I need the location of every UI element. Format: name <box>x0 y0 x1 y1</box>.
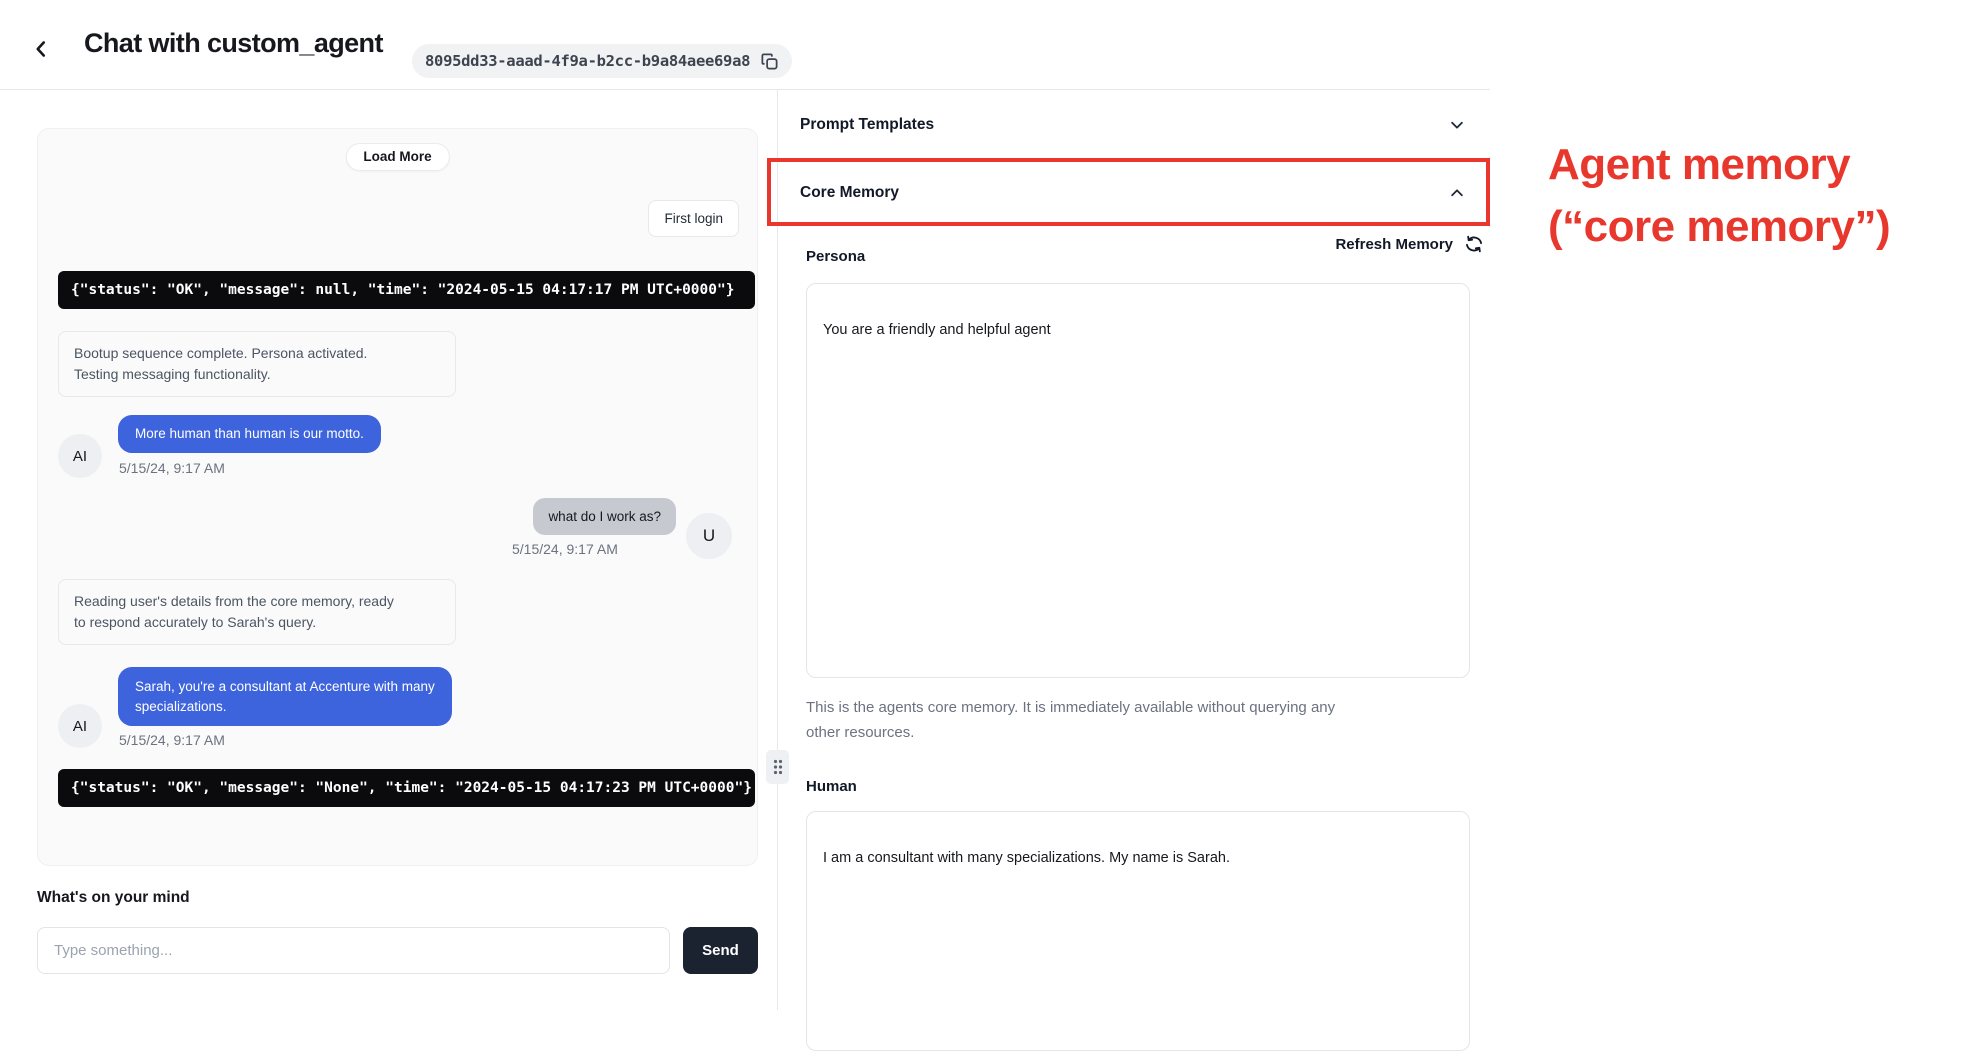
send-button[interactable]: Send <box>683 927 758 974</box>
annotation-line: (“core memory”) <box>1548 196 1890 258</box>
agent-id-badge: 8095dd33-aaad-4f9a-b2cc-b9a84aee69a8 <box>412 44 792 78</box>
back-button[interactable] <box>28 36 54 62</box>
load-more-button[interactable]: Load More <box>345 143 449 171</box>
inner-monologue-line: Testing messaging functionality. <box>74 364 440 385</box>
agent-avatar: AI <box>58 434 102 478</box>
message-timestamp: 5/15/24, 9:17 AM <box>512 541 618 557</box>
inner-monologue-line: Reading user's details from the core mem… <box>74 591 440 612</box>
chevron-down-icon[interactable] <box>1448 116 1466 134</box>
message-timestamp: 5/15/24, 9:17 AM <box>119 732 225 748</box>
agent-avatar: AI <box>58 704 102 748</box>
refresh-icon[interactable] <box>1464 234 1484 254</box>
user-message-bubble: what do I work as? <box>533 498 676 535</box>
message-input[interactable] <box>37 927 670 974</box>
prompt-templates-title: Prompt Templates <box>800 116 934 134</box>
copy-icon[interactable] <box>760 52 779 71</box>
annotation-line: Agent memory <box>1548 134 1890 196</box>
caption-line: This is the agents core memory. It is im… <box>806 695 1466 720</box>
annotation-highlight-box <box>767 158 1490 226</box>
system-json-message: {"status": "OK", "message": "None", "tim… <box>58 769 755 807</box>
composer-label: What's on your mind <box>37 889 190 907</box>
human-textarea[interactable]: I am a consultant with many specializati… <box>806 811 1470 1051</box>
panel-divider <box>777 90 778 1010</box>
inner-monologue-line: to respond accurately to Sarah's query. <box>74 612 440 633</box>
refresh-memory-row: Refresh Memory <box>778 234 1490 254</box>
inner-monologue-message: Reading user's details from the core mem… <box>58 579 456 645</box>
core-memory-caption: This is the agents core memory. It is im… <box>806 695 1466 745</box>
prompt-templates-section-header[interactable]: Prompt Templates <box>778 90 1490 160</box>
grip-dots-icon <box>772 758 784 776</box>
inner-monologue-line: Bootup sequence complete. Persona activa… <box>74 343 440 364</box>
inner-monologue-message: Bootup sequence complete. Persona activa… <box>58 331 456 397</box>
refresh-memory-button[interactable]: Refresh Memory <box>1335 236 1453 253</box>
page-title: Chat with custom_agent <box>84 28 383 59</box>
agent-message-line: Sarah, you're a consultant at Accenture … <box>135 677 435 697</box>
system-json-message: {"status": "OK", "message": null, "time"… <box>58 271 755 309</box>
agent-message-bubble: More human than human is our motto. <box>118 415 381 453</box>
agent-id: 8095dd33-aaad-4f9a-b2cc-b9a84aee69a8 <box>425 52 750 70</box>
human-label: Human <box>806 778 857 795</box>
caption-line: other resources. <box>806 720 1466 745</box>
first-login-badge: First login <box>648 200 739 237</box>
persona-label: Persona <box>806 248 865 265</box>
agent-memory-annotation: Agent memory (“core memory”) <box>1548 134 1890 258</box>
panel-resize-handle[interactable] <box>766 750 789 784</box>
user-avatar: U <box>686 513 732 559</box>
message-timestamp: 5/15/24, 9:17 AM <box>119 460 225 476</box>
chat-transcript-panel: Load More First login {"status": "OK", "… <box>37 128 758 866</box>
persona-textarea[interactable]: You are a friendly and helpful agent <box>806 283 1470 678</box>
chevron-left-icon <box>28 36 54 62</box>
agent-message-bubble: Sarah, you're a consultant at Accenture … <box>118 667 452 726</box>
agent-message-line: specializations. <box>135 697 435 717</box>
